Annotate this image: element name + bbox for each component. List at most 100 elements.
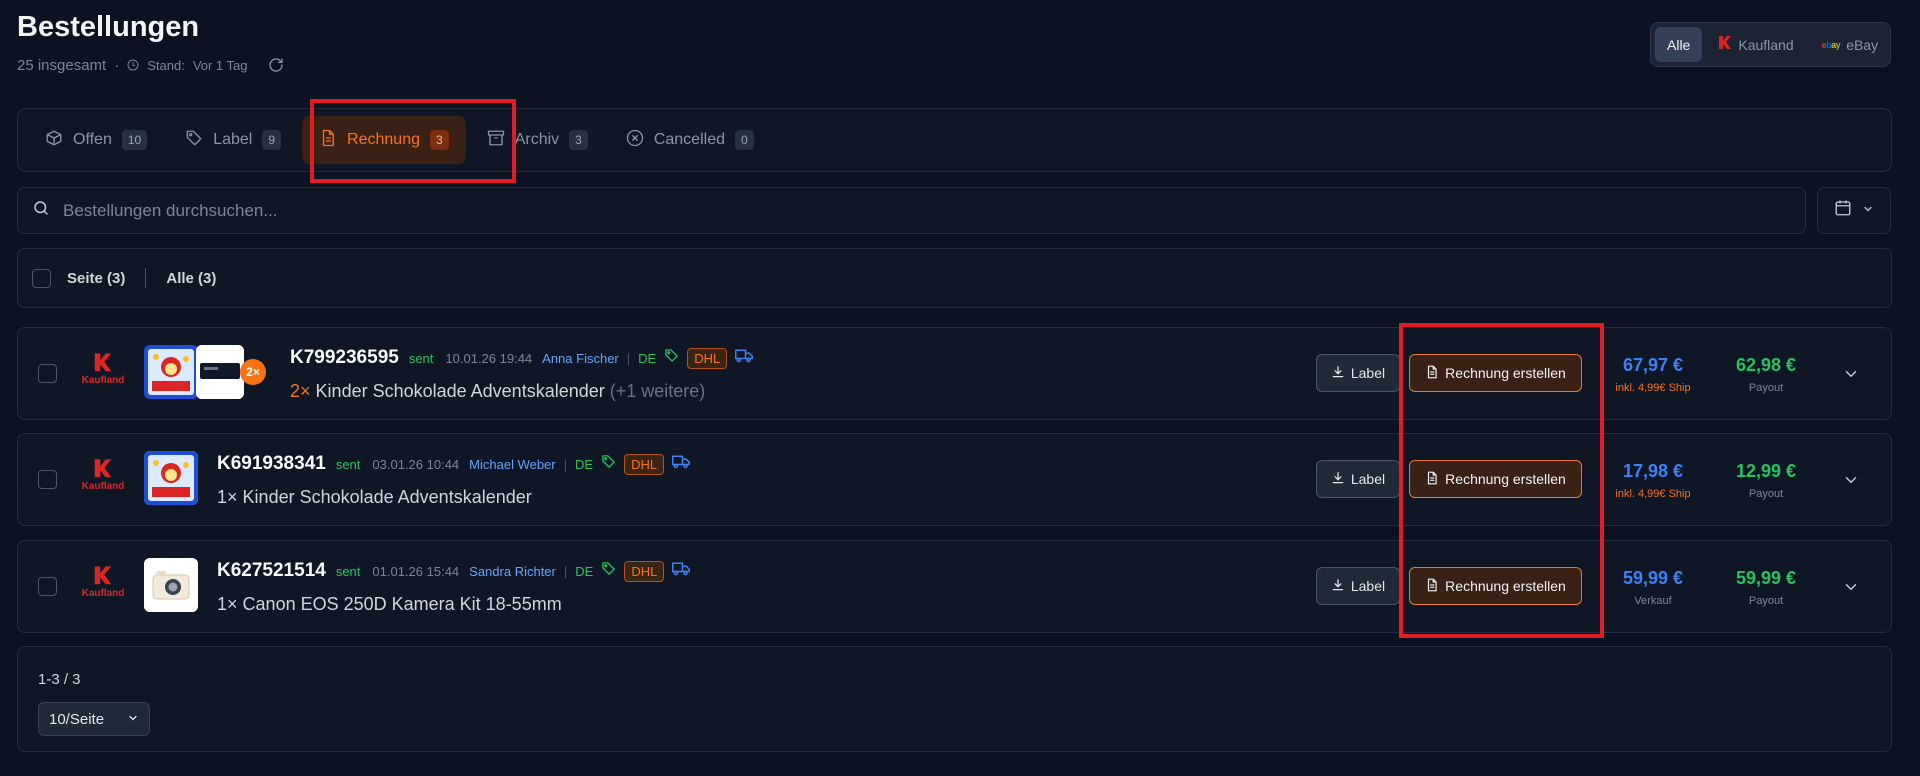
tab-archiv[interactable]: Archiv 3 [470, 116, 605, 164]
order-id[interactable]: K799236595 [290, 347, 399, 369]
status-tabs: Offen 10 Label 9 Rechnung 3 Archiv 3 Can… [17, 108, 1892, 172]
divider: | [563, 456, 568, 472]
expand-chevron-icon[interactable] [1842, 578, 1860, 601]
country-code: DE [575, 456, 594, 472]
clock-icon [127, 59, 139, 71]
order-product: 1× Canon EOS 250D Kamera Kit 18-55mm [217, 594, 562, 615]
total-count: 25 insgesamt [17, 56, 107, 74]
price-column: 67,97 € inkl. 4,99€ Ship [1603, 355, 1703, 394]
download-label-button[interactable]: Label [1316, 460, 1400, 498]
stand-label: Stand: [147, 57, 185, 73]
order-id[interactable]: K691938341 [217, 453, 326, 475]
search-bar [17, 187, 1806, 234]
order-date: 03.01.26 10:44 [372, 456, 460, 472]
price-column: 17,98 € inkl. 4,99€ Ship [1603, 461, 1703, 500]
order-status: sent [408, 350, 434, 366]
product-thumbnail-camera [144, 558, 198, 612]
order-price: 67,97 € [1622, 355, 1684, 375]
divider: | [563, 563, 568, 579]
order-id[interactable]: K627521514 [217, 560, 326, 582]
create-invoice-button[interactable]: Rechnung erstellen [1409, 567, 1582, 605]
order-meta: K627521514 sent 01.01.26 15:44 Sandra Ri… [217, 559, 691, 583]
pagination-footer: 1-3 / 3 10/Seite [17, 646, 1892, 752]
order-price: 17,98 € [1622, 461, 1684, 481]
download-icon [1331, 578, 1345, 595]
product-name: Canon EOS 250D Kamera Kit 18-55mm [242, 594, 562, 614]
order-checkbox[interactable] [38, 470, 57, 489]
expand-chevron-icon[interactable] [1842, 471, 1860, 494]
payout-label: Payout [1748, 595, 1784, 607]
tab-count: 3 [430, 130, 449, 150]
marketplace-ebay-button[interactable]: ebay eBay [1810, 27, 1890, 62]
order-status: sent [335, 456, 361, 472]
create-invoice-button[interactable]: Rechnung erstellen [1409, 354, 1582, 392]
price-note: inkl. 4,99€ Ship [1615, 382, 1691, 394]
chevron-down-icon [1862, 202, 1874, 220]
tab-count: 9 [262, 130, 282, 150]
order-price: 59,99 € [1622, 568, 1684, 588]
refresh-icon[interactable] [268, 57, 284, 73]
tag-icon [664, 348, 679, 368]
order-row[interactable]: Kaufland K627521514 sent 01.01.26 15:44 … [17, 540, 1892, 633]
customer-name[interactable]: Sandra Richter [469, 564, 556, 579]
order-date: 01.01.26 15:44 [372, 563, 460, 579]
customer-name[interactable]: Michael Weber [469, 457, 555, 472]
tab-count: 0 [734, 130, 754, 150]
document-icon [319, 129, 337, 152]
page-size-select[interactable]: 10/Seite [38, 702, 150, 736]
date-filter-button[interactable] [1817, 187, 1891, 234]
select-all-label[interactable]: Alle (3) [166, 270, 216, 287]
select-page-label[interactable]: Seite (3) [67, 270, 125, 287]
order-meta: K691938341 sent 03.01.26 10:44 Michael W… [217, 452, 691, 476]
truck-icon [672, 561, 691, 581]
payout-column: 12,99 € Payout [1716, 461, 1816, 500]
download-icon [1331, 365, 1345, 382]
expand-chevron-icon[interactable] [1842, 365, 1860, 388]
carrier-badge: DHL [624, 560, 665, 582]
order-meta: K799236595 sent 10.01.26 19:44 Anna Fisc… [290, 346, 754, 370]
tab-rechnung[interactable]: Rechnung 3 [302, 116, 466, 164]
page-subtitle: 25 insgesamt · Stand: Vor 1 Tag [17, 56, 284, 74]
tab-offen[interactable]: Offen 10 [28, 116, 164, 164]
search-input[interactable] [63, 200, 1763, 221]
download-label-button[interactable]: Label [1316, 567, 1400, 605]
marketplace-all-button[interactable]: Alle [1655, 27, 1703, 62]
select-page-checkbox[interactable] [32, 268, 51, 288]
pagination-range: 1-3 / 3 [38, 671, 81, 688]
download-label-button[interactable]: Label [1316, 354, 1400, 392]
order-checkbox[interactable] [38, 364, 57, 383]
order-status: sent [335, 563, 361, 579]
kaufland-logo: Kaufland [73, 352, 133, 396]
order-payout: 12,99 € [1735, 461, 1797, 481]
order-product: 2× Kinder Schokolade Adventskalender (+1… [290, 381, 705, 402]
price-note: inkl. 4,99€ Ship [1615, 488, 1691, 500]
product-quantity: 1× [217, 487, 238, 507]
document-icon [1425, 578, 1439, 595]
document-icon [1425, 471, 1439, 488]
order-checkbox[interactable] [38, 577, 57, 596]
order-row[interactable]: Kaufland 2× K799236595 sent 10.01.26 19:… [17, 327, 1892, 420]
chevron-down-icon [127, 711, 139, 728]
document-icon [1425, 365, 1439, 382]
kaufland-logo: Kaufland [73, 565, 133, 609]
marketplace-switch: Alle Kaufland ebay eBay [1650, 22, 1891, 67]
order-product: 1× Kinder Schokolade Adventskalender [217, 487, 532, 508]
payout-column: 59,99 € Payout [1716, 568, 1816, 607]
kaufland-logo: Kaufland [73, 458, 133, 502]
kaufland-icon [1718, 35, 1732, 54]
product-name: Kinder Schokolade Adventskalender [242, 487, 532, 507]
tab-count: 3 [569, 130, 588, 150]
payout-label: Payout [1748, 488, 1784, 500]
payout-column: 62,98 € Payout [1716, 355, 1816, 394]
order-row[interactable]: Kaufland K691938341 sent 03.01.26 10:44 … [17, 433, 1892, 526]
country-code: DE [575, 563, 594, 579]
create-invoice-button[interactable]: Rechnung erstellen [1409, 460, 1582, 498]
customer-name[interactable]: Anna Fischer [542, 351, 619, 366]
marketplace-kaufland-button[interactable]: Kaufland [1706, 27, 1805, 62]
tab-label[interactable]: Label 9 [168, 116, 298, 164]
order-date: 10.01.26 19:44 [445, 350, 533, 366]
page-title: Bestellungen [17, 11, 200, 43]
tab-cancelled[interactable]: Cancelled 0 [609, 116, 771, 164]
more-items: (+1 weitere) [609, 381, 706, 401]
box-icon [45, 129, 63, 152]
